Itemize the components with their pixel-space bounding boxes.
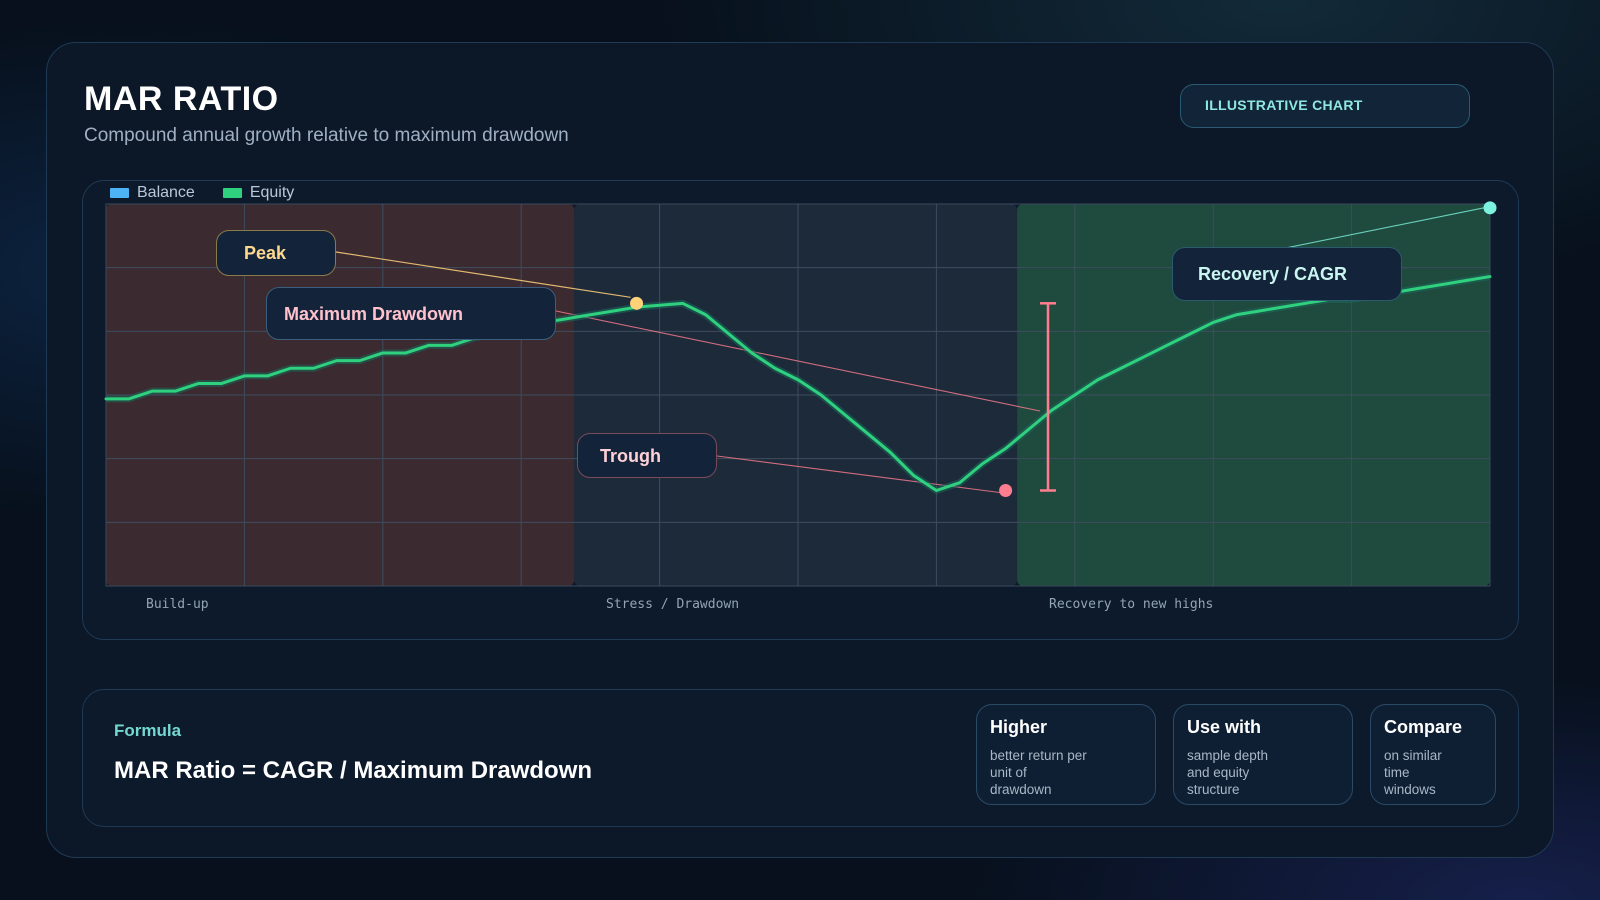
info-card-higher-body: better return per unit of drawdown — [990, 748, 1087, 797]
info-card-use-with: Use with sample depth and equity structu… — [1173, 704, 1353, 805]
formula-text: MAR Ratio = CAGR / Maximum Drawdown — [114, 757, 593, 784]
zone-label-build-up: Build-up — [146, 597, 209, 612]
legend-item-balance: Balance — [110, 184, 195, 202]
info-card-use-with-title: Use with — [1187, 717, 1262, 737]
illustrative-chart-badge: ILLUSTRATIVE CHART — [1180, 84, 1470, 128]
info-card-use-with-body: sample depth and equity structure — [1187, 748, 1269, 797]
page-subtitle: Compound annual growth relative to maxim… — [84, 125, 569, 146]
legend-label-equity: Equity — [249, 184, 295, 201]
recovery-callout: Recovery / CAGR — [1172, 247, 1402, 301]
peak-callout: Peak — [216, 230, 336, 276]
peak-callout-label: Peak — [244, 243, 287, 263]
page-title: MAR RATIO — [84, 80, 279, 118]
info-card-higher-title: Higher — [990, 717, 1048, 737]
info-card-compare-body: on similar time windows — [1384, 748, 1442, 797]
zone-label-stress: Stress / Drawdown — [606, 597, 740, 612]
formula-label: Formula — [114, 721, 182, 740]
max-drawdown-callout: Maximum Drawdown — [266, 287, 556, 340]
info-card-compare: Compare on similar time windows — [1370, 704, 1496, 805]
trough-callout: Trough — [577, 433, 717, 478]
recovery-callout-label: Recovery / CAGR — [1198, 264, 1348, 284]
info-card-compare-title: Compare — [1384, 717, 1463, 737]
legend-label-balance: Balance — [137, 184, 195, 201]
zone-label-recovery: Recovery to new highs — [1049, 597, 1214, 612]
legend-item-equity: Equity — [222, 184, 295, 202]
trough-callout-label: Trough — [600, 446, 661, 466]
info-card-higher: Higher better return per unit of drawdow… — [976, 704, 1156, 805]
chart-legend: Balance Equity — [110, 184, 294, 202]
max-drawdown-callout-label: Maximum Drawdown — [284, 304, 464, 324]
legend-swatch-equity — [222, 188, 242, 198]
legend-swatch-balance — [110, 188, 129, 198]
